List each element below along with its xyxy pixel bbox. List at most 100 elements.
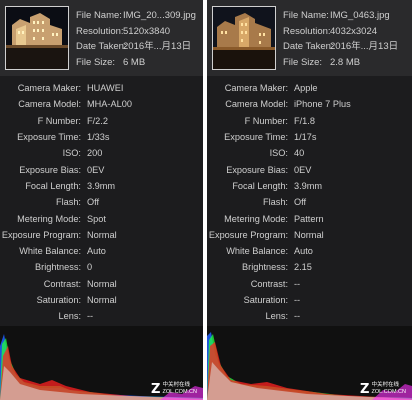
photo-info-panel-huawei: File Name: IMG_20...309.jpg Resolution: 51… <box>0 0 203 400</box>
exif-key: Contrast: <box>43 278 81 289</box>
exif-key: Lens: <box>265 311 288 322</box>
exif-value: HUAWEI <box>87 83 124 94</box>
exif-key: Camera Model: <box>18 99 81 110</box>
exif-value: Apple <box>294 83 318 94</box>
histogram: Z 中关村在线 ZOL.COM.CN <box>0 326 203 400</box>
exif-value: 3.9mm <box>294 180 323 191</box>
exif-key: Exposure Time: <box>17 132 81 143</box>
exif-value: F/2.2 <box>87 115 108 126</box>
file-name-value: IMG_0463.jpg <box>330 10 390 21</box>
resolution-value: 4032x3024 <box>330 25 378 37</box>
watermark-brand: 中关村在线 <box>162 382 190 388</box>
exif-value: -- <box>294 278 301 289</box>
exif-key: F Number: <box>244 115 288 126</box>
resolution-label: Resolution: <box>76 25 124 37</box>
exif-key: Metering Mode: <box>17 213 81 224</box>
exif-key: F Number: <box>37 115 81 126</box>
exif-row: Focal Length: 3.9mm <box>0 178 203 194</box>
exif-value: 0EV <box>87 164 105 175</box>
exif-value: 1/33s <box>87 132 110 143</box>
file-info: File Name: IMG_20...309.jpg Resolution: 51… <box>76 8 196 70</box>
file-size-label: File Size: <box>76 56 116 68</box>
exif-row: Saturation: Normal <box>0 292 203 308</box>
file-info: File Name: IMG_0463.jpg Resolution: 4032x3… <box>283 8 398 70</box>
date-taken-value: 2016年...月13日 <box>123 41 192 52</box>
exif-row: F Number: F/2.2 <box>0 113 203 129</box>
exif-value: 1/17s <box>294 132 317 143</box>
zol-watermark: Z 中关村在线 ZOL.COM.CN <box>151 382 197 396</box>
exif-row: Brightness: 0 <box>0 259 203 275</box>
date-taken-label: Date Taken: <box>76 41 127 52</box>
exif-row: Exposure Bias: 0EV <box>207 161 412 177</box>
exif-value: -- <box>294 311 301 322</box>
exif-key: Exposure Program: <box>1 229 81 240</box>
exif-key: Metering Mode: <box>224 213 288 224</box>
watermark-url: ZOL.COM.CN <box>162 389 197 395</box>
resolution-label: Resolution: <box>283 25 331 37</box>
exif-value: MHA-AL00 <box>87 99 132 110</box>
exif-value: Auto <box>294 246 313 257</box>
exif-row: Camera Model: iPhone 7 Plus <box>207 96 412 112</box>
exif-row: Flash: Off <box>0 194 203 210</box>
file-header: File Name: IMG_0463.jpg Resolution: 4032x3… <box>207 0 412 76</box>
exif-value: Normal <box>294 229 324 240</box>
exif-key: Focal Length: <box>25 180 81 191</box>
exif-row: Brightness: 2.15 <box>207 259 412 275</box>
exif-key: Flash: <box>55 197 81 208</box>
exif-row: Contrast: Normal <box>0 276 203 292</box>
exif-value: Normal <box>87 295 117 305</box>
resolution-value: 5120x3840 <box>123 25 171 37</box>
exif-row: Camera Model: MHA-AL00 <box>0 96 203 112</box>
histogram: Z 中关村在线 ZOL.COM.CN <box>207 326 412 400</box>
exif-row: ISO: 40 <box>207 145 412 161</box>
exif-row: Metering Mode: Pattern <box>207 210 412 226</box>
exif-row: Focal Length: 3.9mm <box>207 178 412 194</box>
exif-value: Pattern <box>294 213 324 224</box>
exif-value: Spot <box>87 213 106 224</box>
exif-key: Lens: <box>58 311 81 322</box>
file-name-label: File Name: <box>283 10 329 21</box>
exif-list: Camera Maker: HUAWEI Camera Model: MHA-AL0… <box>0 80 203 324</box>
exif-key: Focal Length: <box>232 180 288 191</box>
exif-row: Camera Maker: Apple <box>207 80 412 96</box>
exif-key: Exposure Bias: <box>226 164 288 175</box>
exif-value: F/1.8 <box>294 115 315 126</box>
exif-key: Exposure Time: <box>224 132 288 143</box>
exif-row: Exposure Program: Normal <box>0 227 203 243</box>
exif-key: Camera Maker: <box>224 83 288 94</box>
exif-key: Flash: <box>262 197 288 208</box>
exif-value: Normal <box>87 278 117 289</box>
date-taken-label: Date Taken: <box>283 41 334 52</box>
photo-info-panel-apple: File Name: IMG_0463.jpg Resolution: 4032x3… <box>207 0 412 400</box>
zol-logo-icon: Z <box>151 381 161 397</box>
exif-key: Saturation: <box>36 295 81 305</box>
exif-row: Exposure Time: 1/33s <box>0 129 203 145</box>
exif-row: Metering Mode: Spot <box>0 210 203 226</box>
exif-row: Flash: Off <box>207 194 412 210</box>
exif-key: ISO: <box>269 148 288 159</box>
exif-value: 2.15 <box>294 262 312 273</box>
exif-key: ISO: <box>62 148 81 159</box>
exif-value: 40 <box>294 148 305 159</box>
exif-value: 0EV <box>294 164 312 175</box>
watermark-brand: 中关村在线 <box>371 382 399 388</box>
exif-key: Exposure Bias: <box>19 164 81 175</box>
file-name-value: IMG_20...309.jpg <box>123 10 196 21</box>
exif-row: Saturation: -- <box>207 292 412 308</box>
exif-row: White Balance: Auto <box>0 243 203 259</box>
exif-list: Camera Maker: Apple Camera Model: iPhone 7… <box>207 80 412 324</box>
exif-value: 0 <box>87 262 93 273</box>
photo-thumbnail[interactable] <box>5 6 69 70</box>
exif-row: F Number: F/1.8 <box>207 113 412 129</box>
exif-key: Camera Model: <box>225 99 288 110</box>
exif-row: Lens: -- <box>207 308 412 324</box>
file-name-label: File Name: <box>76 10 122 21</box>
exif-key: White Balance: <box>19 246 81 257</box>
exif-row: Exposure Program: Normal <box>207 227 412 243</box>
photo-thumbnail[interactable] <box>212 6 276 70</box>
file-header: File Name: IMG_20...309.jpg Resolution: 51… <box>0 0 203 76</box>
exif-row: ISO: 200 <box>0 145 203 161</box>
date-taken-value: 2016年...月13日 <box>330 41 399 52</box>
exif-key: White Balance: <box>226 246 288 257</box>
exif-key: Brightness: <box>35 262 81 273</box>
